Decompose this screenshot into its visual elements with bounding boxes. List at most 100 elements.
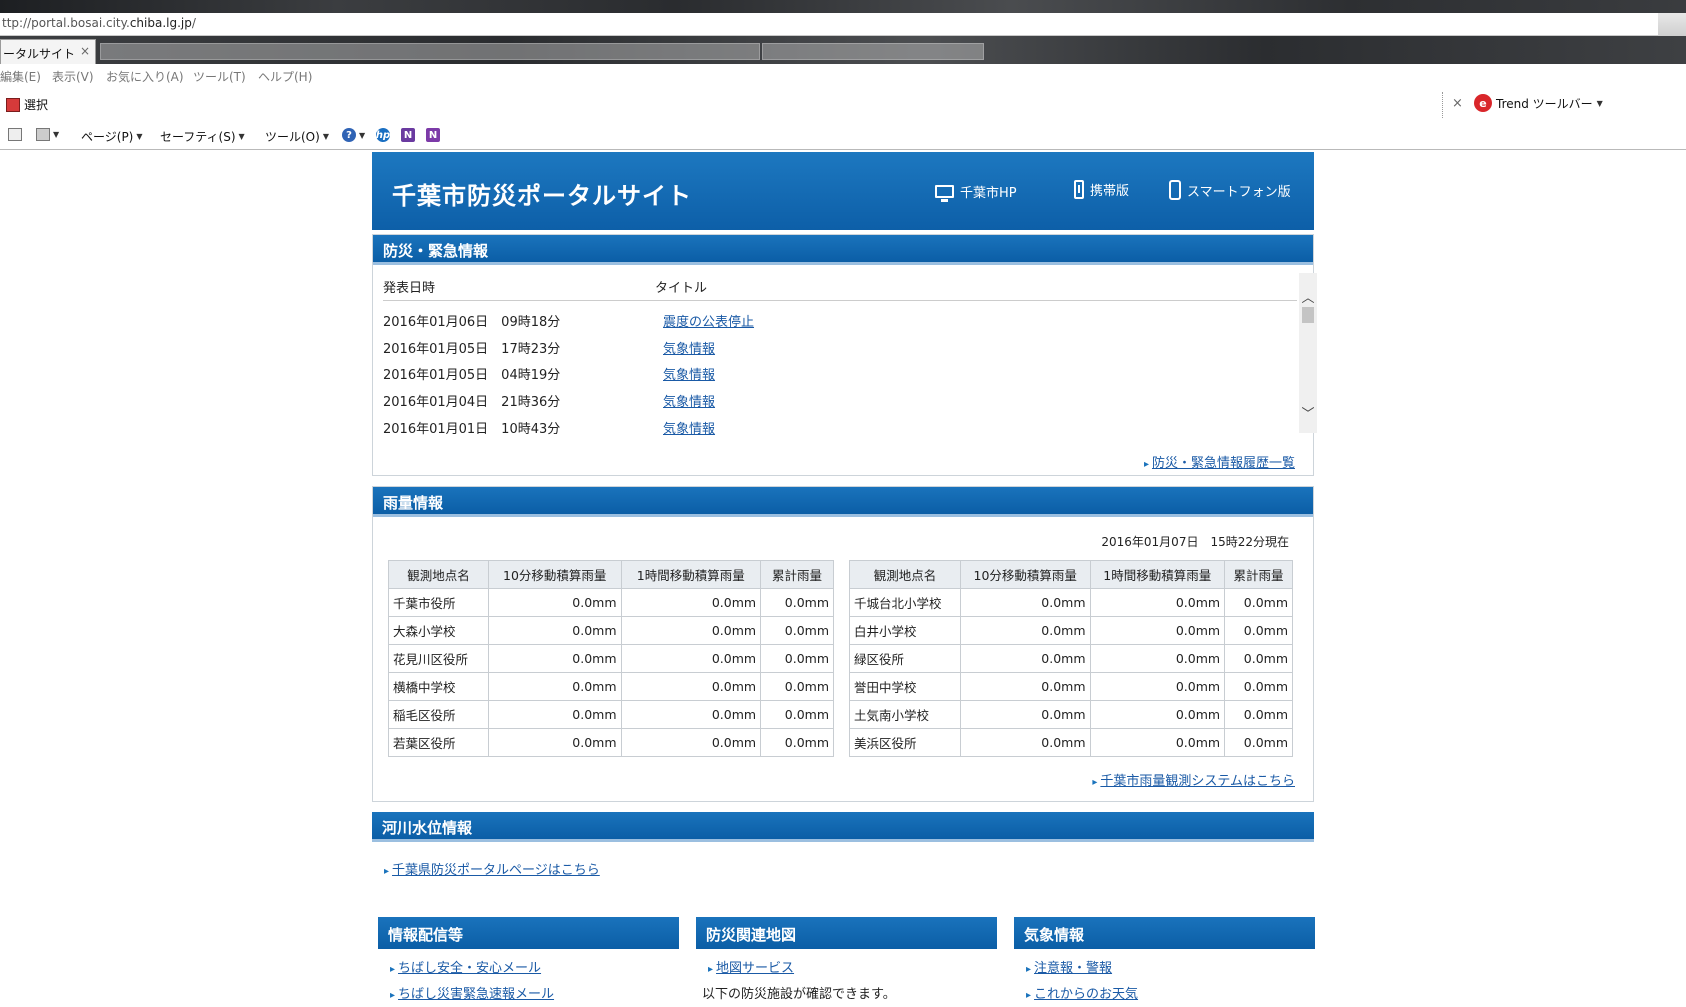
table-header-row: 観測地点名 10分移動積算雨量 1時間移動積算雨量 累計雨量: [388, 560, 834, 589]
onenote-linked-icon: N: [426, 128, 440, 142]
nav-smartphone[interactable]: スマートフォン版: [1169, 180, 1291, 200]
bottom-columns: 情報配信等 ちばし安全・安心メール ちばし災害緊急速報メール 防災関連地図 地図…: [378, 917, 1315, 1007]
hp-logo-icon: hp: [375, 128, 391, 142]
feed-button[interactable]: [8, 128, 22, 141]
address-bar[interactable]: ttp://portal.bosai.city.chiba.lg.jp/: [0, 13, 1686, 36]
rain-panel: 雨量情報 2016年01月07日 15時22分現在 観測地点名 10分移動積算雨…: [372, 486, 1314, 802]
site-title[interactable]: 千葉市防災ポータルサイト: [392, 176, 692, 211]
chiba-prefecture-portal-link[interactable]: 千葉県防災ポータルページはこちら: [384, 859, 600, 878]
tab-blurred[interactable]: [100, 43, 760, 60]
station-name: 千城台北小学校: [849, 588, 961, 617]
weather-heading: 気象情報: [1014, 917, 1315, 949]
col-total: 累計雨量: [760, 560, 834, 589]
rain-total: 0.0mm: [760, 728, 834, 757]
disaster-mail-link[interactable]: ちばし災害緊急速報メール: [390, 983, 554, 1002]
nav-city-hp-label: 千葉市HP: [960, 186, 1017, 201]
emergency-title-link[interactable]: 震度の公表停止: [663, 311, 754, 330]
river-heading: 河川水位情報: [372, 812, 1314, 842]
menu-tools[interactable]: ツール(T): [193, 68, 246, 85]
rain-10min: 0.0mm: [959, 728, 1091, 757]
col-total: 累計雨量: [1224, 560, 1293, 589]
emergency-date: 2016年01月01日 10時43分: [383, 422, 561, 437]
tab-row: ータルサイト ×: [0, 36, 1686, 64]
url-prefix: ttp://portal.bosai.city.: [2, 16, 130, 30]
onenote-button[interactable]: N: [401, 128, 415, 142]
weather-column: 気象情報 注意報・警報 これからのお天気: [1014, 917, 1315, 1002]
onenote-linked-button[interactable]: N: [426, 128, 440, 142]
chevron-down-icon: ▼: [136, 132, 143, 141]
hp-addon-button[interactable]: hp: [376, 128, 390, 142]
trend-toolbar-button[interactable]: e Trend ツールバー ▼: [1474, 94, 1603, 112]
nav-mobile[interactable]: 携帯版: [1074, 180, 1129, 199]
forecast-link[interactable]: これからのお天気: [1026, 983, 1138, 1002]
emergency-history-link[interactable]: 防災・緊急情報履歴一覧: [1144, 452, 1295, 471]
rain-table-left: 観測地点名 10分移動積算雨量 1時間移動積算雨量 累計雨量 千葉市役所 0.0m…: [388, 560, 834, 757]
col-station: 観測地点名: [388, 560, 489, 589]
select-label: 選択: [24, 98, 49, 112]
emergency-date: 2016年01月05日 17時23分: [383, 342, 561, 357]
smartphone-icon: [1169, 180, 1181, 200]
onenote-icon: N: [401, 128, 415, 142]
scrollbar-thumb[interactable]: [1302, 307, 1314, 323]
warnings-link[interactable]: 注意報・警報: [1026, 957, 1112, 976]
table-row: 緑区役所 0.0mm 0.0mm 0.0mm: [849, 644, 1293, 673]
trend-logo-icon: e: [1474, 94, 1492, 112]
emergency-scrollbar[interactable]: ︿ ﹀: [1299, 273, 1317, 433]
emergency-date: 2016年01月05日 04時19分: [383, 368, 561, 383]
nav-city-hp[interactable]: 千葉市HP: [935, 182, 1017, 202]
select-icon: [6, 97, 20, 112]
station-name: 横橋中学校: [388, 672, 489, 701]
table-row: 花見川区役所 0.0mm 0.0mm 0.0mm: [388, 644, 834, 673]
rain-1hour: 0.0mm: [620, 616, 762, 645]
river-body: 千葉県防災ポータルページはこちら: [372, 842, 1314, 902]
menu-help[interactable]: ヘルプ(H): [258, 68, 312, 85]
col-10min: 10分移動積算雨量: [959, 560, 1091, 589]
tab-blurred-2[interactable]: [762, 43, 984, 60]
tab-active[interactable]: ータルサイト ×: [0, 39, 96, 64]
table-row: 稲毛区役所 0.0mm 0.0mm 0.0mm: [388, 700, 834, 729]
tab-close-icon[interactable]: ×: [80, 44, 90, 58]
table-row: 千葉市役所 0.0mm 0.0mm 0.0mm: [388, 588, 834, 617]
help-button[interactable]: ? ▼: [342, 128, 365, 142]
page-menu-button[interactable]: ページ(P) ▼: [81, 128, 143, 145]
col-10min: 10分移動積算雨量: [487, 560, 622, 589]
tools-menu-label: ツール(O): [265, 130, 320, 144]
rain-10min: 0.0mm: [959, 672, 1091, 701]
station-name: 美浜区役所: [849, 728, 961, 757]
chevron-down-icon: ▼: [1596, 98, 1603, 108]
rain-10min: 0.0mm: [487, 672, 622, 701]
tools-menu-button[interactable]: ツール(O) ▼: [265, 128, 329, 145]
rain-1hour: 0.0mm: [1089, 616, 1226, 645]
menu-view[interactable]: 表示(V): [52, 68, 94, 85]
rain-total: 0.0mm: [1224, 700, 1293, 729]
menu-favorites[interactable]: お気に入り(A): [106, 68, 184, 85]
emergency-title-link[interactable]: 気象情報: [663, 338, 715, 357]
station-name: 千葉市役所: [388, 588, 489, 617]
rain-total: 0.0mm: [760, 700, 834, 729]
emergency-title-link[interactable]: 気象情報: [663, 364, 715, 383]
emergency-title-link[interactable]: 気象情報: [663, 391, 715, 410]
table-row: 千城台北小学校 0.0mm 0.0mm 0.0mm: [849, 588, 1293, 617]
site-header: 千葉市防災ポータルサイト 千葉市HP 携帯版 スマートフォン版: [372, 152, 1314, 230]
favorites-bar: 選択 × e Trend ツールバー ▼: [0, 90, 1686, 120]
station-name: 土気南小学校: [849, 700, 961, 729]
print-button[interactable]: ▼: [36, 128, 59, 141]
rain-system-link[interactable]: 千葉市雨量観測システムはこちら: [1092, 770, 1295, 789]
menu-edit[interactable]: 編集(E): [0, 68, 41, 85]
rain-total: 0.0mm: [760, 644, 834, 673]
map-service-link[interactable]: 地図サービス: [708, 957, 794, 976]
rain-1hour: 0.0mm: [620, 728, 762, 757]
chevron-up-icon[interactable]: ︿: [1301, 287, 1315, 306]
rain-total: 0.0mm: [760, 588, 834, 617]
col-1hour: 1時間移動積算雨量: [620, 560, 762, 589]
col-date-header: 発表日時: [383, 281, 436, 296]
select-button[interactable]: 選択: [6, 96, 48, 113]
rain-total: 0.0mm: [760, 672, 834, 701]
map-column: 防災関連地図 地図サービス 以下の防災施設が確認できます。: [696, 917, 997, 1002]
anzen-mail-link[interactable]: ちばし安全・安心メール: [390, 957, 541, 976]
close-icon[interactable]: ×: [1452, 96, 1463, 111]
safety-menu-button[interactable]: セーフティ(S) ▼: [160, 128, 245, 145]
chevron-down-icon[interactable]: ﹀: [1301, 403, 1315, 422]
emergency-title-link[interactable]: 気象情報: [663, 418, 715, 437]
chevron-down-icon: ▼: [238, 132, 245, 141]
